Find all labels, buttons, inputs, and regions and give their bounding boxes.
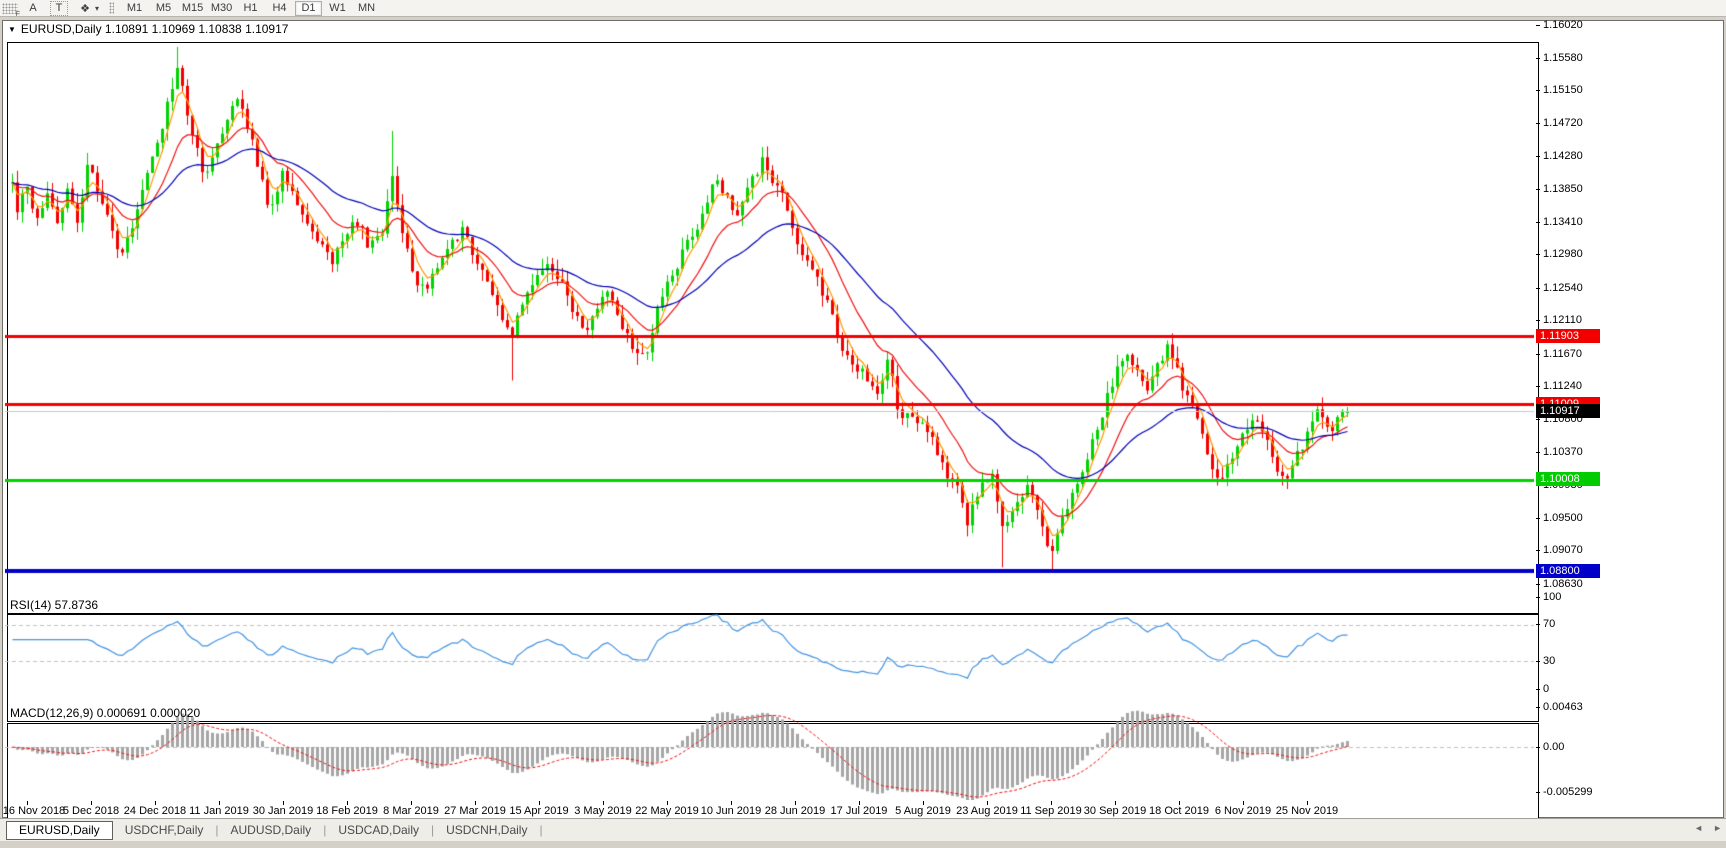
price-axis-label: 1.10370 <box>1543 445 1613 459</box>
price-axis-label: 1.08630 <box>1543 577 1613 591</box>
price-axis-label: 1.09070 <box>1543 543 1613 557</box>
price-tag-111903: 1.11903 <box>1536 329 1600 343</box>
macd-label: MACD(12,26,9) 0.000691 0.000020 <box>10 706 200 720</box>
price-axis-tick <box>1536 452 1540 453</box>
tab-usdcad-daily[interactable]: USDCAD,Daily <box>326 821 431 840</box>
price-axis-tick <box>1536 25 1540 26</box>
price-chart-canvas[interactable] <box>5 22 1534 591</box>
price-axis-label: 1.09500 <box>1543 511 1613 525</box>
macd-axis-tick <box>1536 792 1540 793</box>
price-axis-label: 1.11670 <box>1543 347 1613 361</box>
price-axis-label: 1.12540 <box>1543 281 1613 295</box>
rsi-label: RSI(14) 57.8736 <box>10 598 98 612</box>
price-axis-tick <box>1536 354 1540 355</box>
price-axis-tick <box>1536 123 1540 124</box>
price-axis-label: 1.13410 <box>1543 215 1613 229</box>
rsi-axis-tick <box>1536 597 1540 598</box>
chart-title: ▼ EURUSD,Daily 1.10891 1.10969 1.10838 1… <box>8 22 288 36</box>
price-axis-label: 1.16020 <box>1543 18 1613 32</box>
rsi-axis-label: 100 <box>1543 590 1613 604</box>
macd-axis-tick <box>1536 707 1540 708</box>
chart-title-text: EURUSD,Daily 1.10891 1.10969 1.10838 1.1… <box>21 22 289 36</box>
timeframe-button-m5[interactable]: M5 <box>150 1 177 16</box>
macd-axis-tick <box>1536 747 1540 748</box>
price-axis-tick <box>1536 254 1540 255</box>
date-axis[interactable]: 16 Nov 20185 Dec 201824 Dec 201811 Jan 2… <box>0 803 1722 819</box>
price-axis-label: 1.14280 <box>1543 149 1613 163</box>
price-axis-label: 1.14720 <box>1543 116 1613 130</box>
tab-scroll-right-button[interactable]: ► <box>1713 823 1722 833</box>
cursor-tool-button[interactable]: A <box>24 1 42 16</box>
toolbar-grip-icon[interactable]: F <box>2 3 18 14</box>
tab-eurusd-daily[interactable]: EURUSD,Daily <box>6 821 113 840</box>
price-tag-110008: 1.10008 <box>1536 472 1600 486</box>
arrows-style-tool-button[interactable]: ❖ <box>76 1 94 16</box>
chevron-down-icon[interactable]: ▾ <box>95 4 99 13</box>
price-axis-tick <box>1536 222 1540 223</box>
price-axis-label: 1.11240 <box>1543 379 1613 393</box>
timeframe-button-m1[interactable]: M1 <box>121 1 148 16</box>
tab-usdchf-daily[interactable]: USDCHF,Daily <box>113 821 216 840</box>
tab-separator: | <box>539 823 542 837</box>
timeframe-button-m15[interactable]: M15 <box>179 1 206 16</box>
top-toolbar: F A T ❖ ▾ M1M5M15M30H1H4D1W1MN <box>0 0 1726 17</box>
rsi-indicator-canvas[interactable] <box>5 595 1534 700</box>
price-axis-tick <box>1536 386 1540 387</box>
macd-axis-label: 0.00463 <box>1543 700 1613 714</box>
rsi-axis-tick <box>1536 624 1540 625</box>
timeframe-button-d1[interactable]: D1 <box>295 1 322 16</box>
status-strip <box>0 841 1726 848</box>
price-axis-label: 1.12980 <box>1543 247 1613 261</box>
price-axis-tick <box>1536 156 1540 157</box>
tab-scroll-nav: ◄ ► <box>1694 823 1722 833</box>
toolbar-separator <box>109 2 114 14</box>
tab-usdcnh-daily[interactable]: USDCNH,Daily <box>434 821 539 840</box>
macd-indicator-canvas[interactable] <box>5 704 1534 800</box>
price-axis-tick <box>1536 90 1540 91</box>
price-tag-110917: 1.10917 <box>1536 404 1600 418</box>
price-axis-tick <box>1536 584 1540 585</box>
timeframe-button-group: M1M5M15M30H1H4D1W1MN <box>120 1 381 16</box>
timeframe-button-h4[interactable]: H4 <box>266 1 293 16</box>
price-axis-label: 1.15580 <box>1543 51 1613 65</box>
rsi-axis-label: 0 <box>1543 682 1613 696</box>
price-axis-label: 1.15150 <box>1543 83 1613 97</box>
macd-axis-label: -0.005299 <box>1543 785 1613 799</box>
price-axis-tick <box>1536 189 1540 190</box>
timeframe-button-w1[interactable]: W1 <box>324 1 351 16</box>
macd-axis-label: 0.00 <box>1543 740 1613 754</box>
price-axis-tick <box>1536 419 1540 420</box>
timeframe-button-m30[interactable]: M30 <box>208 1 235 16</box>
toolbar-grip-label: F <box>16 11 20 18</box>
tab-audusd-daily[interactable]: AUDUSD,Daily <box>219 821 324 840</box>
price-axis-tick <box>1536 518 1540 519</box>
price-axis-tick <box>1536 58 1540 59</box>
timeframe-button-mn[interactable]: MN <box>353 1 380 16</box>
rsi-axis-tick <box>1536 661 1540 662</box>
rsi-axis-tick <box>1536 689 1540 690</box>
price-axis-tick <box>1536 320 1540 321</box>
text-tool-button[interactable]: T <box>50 1 68 16</box>
symbol-tab-bar: EURUSD,DailyUSDCHF,Daily|AUDUSD,Daily|US… <box>0 818 1726 841</box>
rsi-axis-label: 70 <box>1543 617 1613 631</box>
timeframe-button-h1[interactable]: H1 <box>237 1 264 16</box>
price-axis-tick <box>1536 550 1540 551</box>
rsi-axis-label: 30 <box>1543 654 1613 668</box>
date-axis-label: 25 Nov 2019 <box>1262 805 1352 817</box>
tab-scroll-left-button[interactable]: ◄ <box>1694 823 1703 833</box>
price-axis-tick <box>1536 288 1540 289</box>
price-axis-label: 1.13850 <box>1543 182 1613 196</box>
symbol-tabs: EURUSD,DailyUSDCHF,Daily|AUDUSD,Daily|US… <box>0 821 543 840</box>
price-axis-label: 1.12110 <box>1543 313 1613 327</box>
chart-collapse-icon[interactable]: ▼ <box>8 25 16 34</box>
price-tag-108800: 1.08800 <box>1536 564 1600 578</box>
